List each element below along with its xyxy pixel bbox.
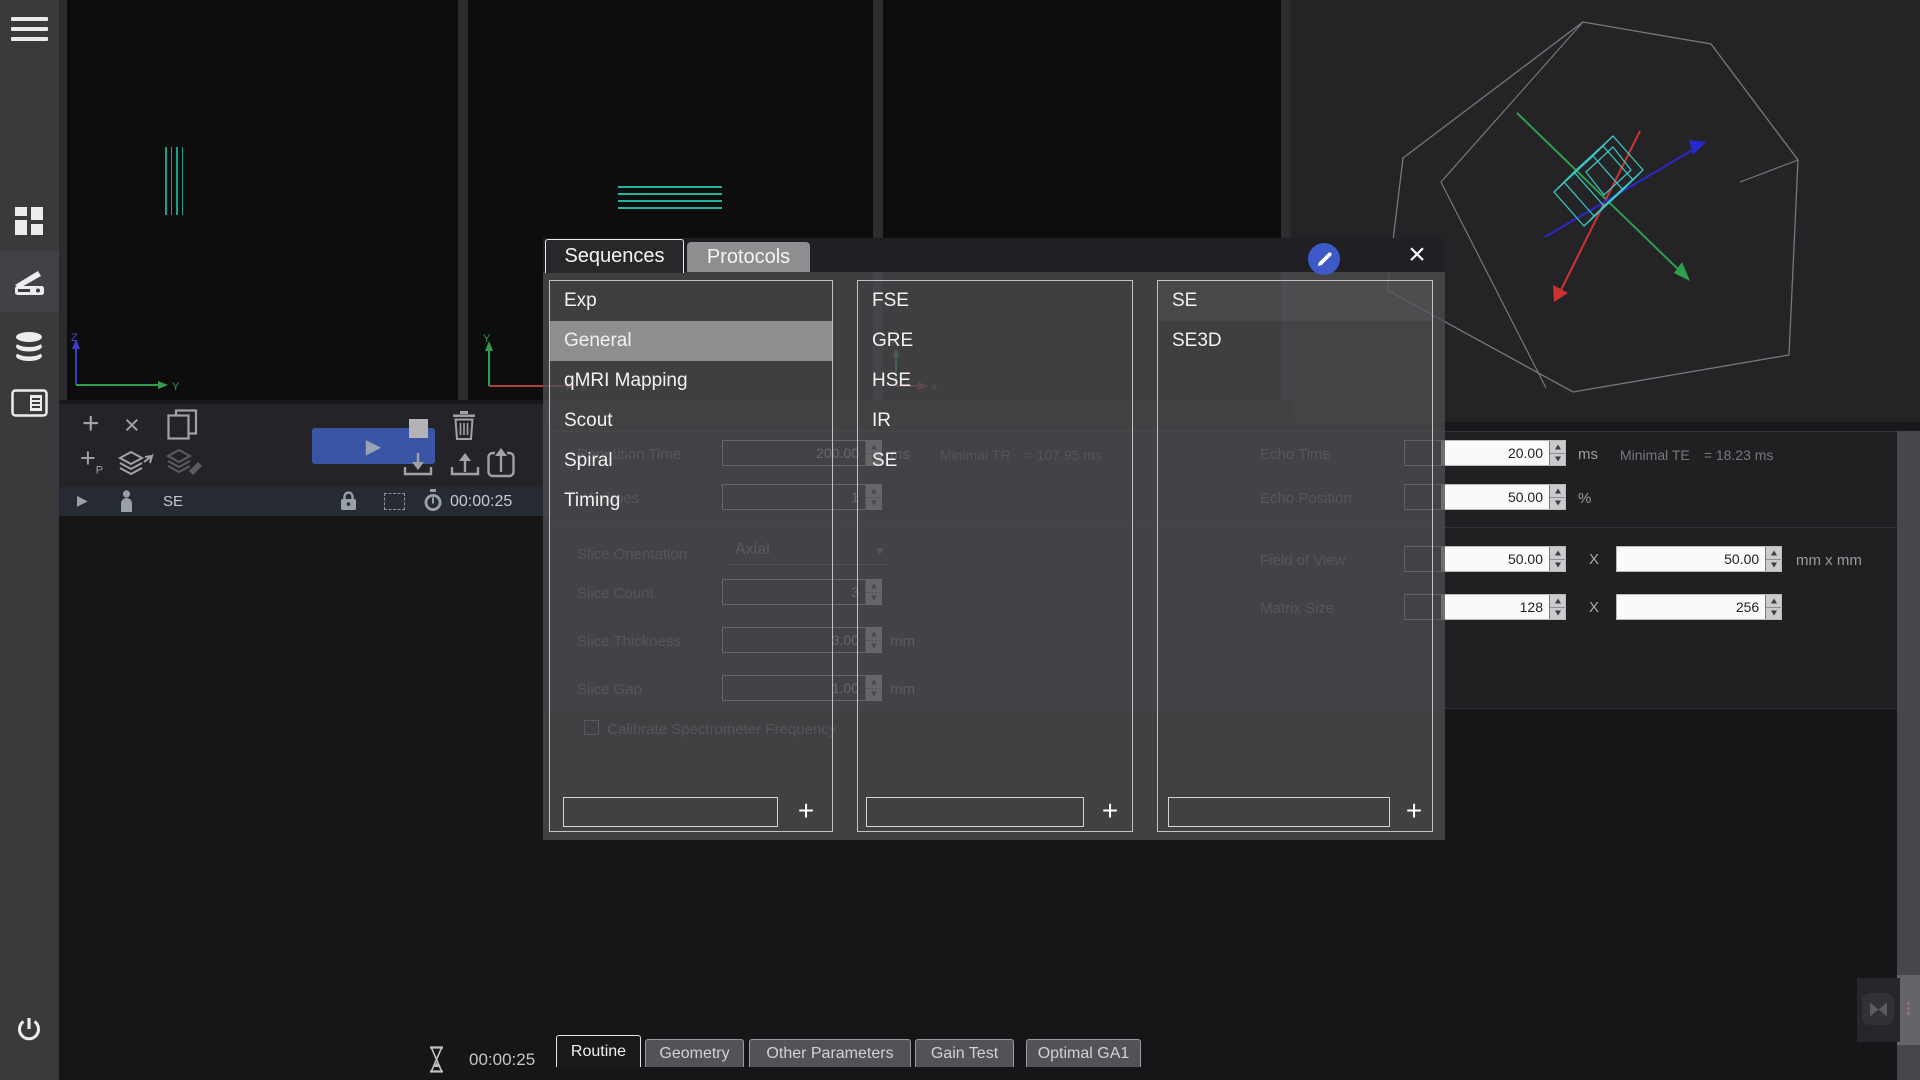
power-icon[interactable]	[14, 1016, 44, 1046]
list-item[interactable]: SE	[858, 441, 1132, 481]
sequence-variant-list: SE SE3D	[1157, 280, 1433, 832]
play-icon: ▶	[366, 434, 381, 459]
tab-protocols[interactable]: Protocols	[687, 242, 810, 272]
right-scroll-thumb[interactable]	[1897, 975, 1920, 1045]
tab-routine[interactable]: Routine	[556, 1035, 641, 1067]
edit-button[interactable]	[1308, 243, 1340, 275]
duplicate-icon[interactable]	[167, 409, 198, 440]
axis-label-y: Y	[172, 381, 180, 393]
slice-line	[182, 147, 184, 215]
list-item[interactable]: Timing	[550, 481, 832, 521]
slice-line	[171, 147, 173, 215]
fov-separator: X	[1589, 551, 1599, 568]
strip-dot	[1907, 1007, 1910, 1010]
tab-other-parameters[interactable]: Other Parameters	[749, 1039, 911, 1067]
list-item[interactable]: GRE	[858, 321, 1132, 361]
selection-box-icon[interactable]	[384, 493, 405, 510]
slice-line	[176, 147, 178, 215]
axis-label-z: Z	[71, 332, 78, 344]
hourglass-icon	[429, 1046, 444, 1073]
delete-icon[interactable]	[452, 411, 476, 440]
tab-gain-test[interactable]: Gain Test	[915, 1039, 1014, 1067]
slice-line	[618, 186, 722, 188]
user-icon	[120, 490, 133, 513]
pencil-icon	[1316, 251, 1333, 268]
download-icon[interactable]	[403, 452, 433, 476]
list-item[interactable]: IR	[858, 401, 1132, 441]
echo-position-unit: %	[1578, 490, 1591, 507]
spinner[interactable]	[1549, 441, 1565, 465]
stopwatch-icon	[423, 489, 443, 512]
tab-sequences[interactable]: Sequences	[545, 239, 684, 273]
media-shortcut-button[interactable]	[1862, 993, 1894, 1025]
matrix-separator: X	[1589, 599, 1599, 616]
sequence-category-list: Exp General qMRI Mapping Scout Spiral Ti…	[549, 280, 833, 832]
spinner[interactable]	[1549, 485, 1565, 509]
tab-optimal-ga1[interactable]: Optimal GA1	[1026, 1039, 1141, 1067]
slice-line	[618, 207, 722, 209]
fov-y-field[interactable]: 50.00	[1616, 546, 1782, 572]
add-icon[interactable]: +	[82, 409, 100, 439]
tab-geometry[interactable]: Geometry	[645, 1039, 744, 1067]
remove-icon[interactable]: ×	[124, 412, 140, 439]
add-category-button[interactable]: +	[793, 797, 819, 827]
new-variant-input[interactable]	[1168, 797, 1390, 827]
layers-export-icon[interactable]	[117, 449, 154, 477]
list-item[interactable]: Exp	[550, 281, 832, 321]
echo-time-unit: ms	[1578, 446, 1598, 463]
lock-icon[interactable]	[340, 490, 357, 511]
sequence-duration: 00:00:25	[450, 493, 512, 511]
minimal-te-hint: Minimal TE= 18.23 ms	[1620, 447, 1773, 463]
scan-timer: 00:00:25	[469, 1050, 535, 1070]
matrix-y-field[interactable]: 256	[1616, 594, 1782, 620]
strip-dot	[1907, 1002, 1910, 1005]
list-item[interactable]: qMRI Mapping	[550, 361, 832, 401]
dashboard-icon[interactable]	[14, 206, 44, 236]
menu-icon[interactable]	[11, 17, 48, 41]
list-item[interactable]: HSE	[858, 361, 1132, 401]
sidebar	[0, 0, 59, 1080]
list-item-selected[interactable]: General	[550, 321, 832, 361]
spinner[interactable]	[1549, 547, 1565, 571]
list-item[interactable]: SE3D	[1158, 321, 1432, 361]
stop-button[interactable]	[409, 419, 428, 438]
sequence-family-list: FSE GRE HSE IR SE	[857, 280, 1133, 832]
layers-edit-icon[interactable]	[165, 447, 205, 476]
upload-icon[interactable]	[450, 452, 480, 476]
app-window: Z Y Y X Y x	[0, 0, 1920, 1080]
scanner-icon[interactable]	[13, 269, 46, 297]
slice-line	[618, 193, 722, 195]
axis-gizmo-zy: Z Y	[64, 330, 254, 394]
spinner[interactable]	[1765, 595, 1781, 619]
add-point-icon[interactable]: +P	[80, 445, 103, 476]
fov-unit: mm x mm	[1796, 552, 1862, 569]
add-variant-button[interactable]: +	[1401, 797, 1427, 827]
list-item-selected[interactable]: SE	[1158, 281, 1432, 321]
sequence-play-icon[interactable]: ▶	[77, 492, 88, 509]
publish-icon[interactable]	[487, 447, 515, 478]
add-family-button[interactable]: +	[1097, 797, 1123, 827]
axis-label-y: Y	[483, 333, 491, 345]
list-item[interactable]: Scout	[550, 401, 832, 441]
strip-dot	[1907, 1012, 1910, 1015]
new-category-input[interactable]	[563, 797, 778, 827]
slice-line	[618, 200, 722, 202]
left-lower-area	[59, 516, 549, 1080]
skip-icon	[1868, 1001, 1889, 1018]
close-icon[interactable]: ×	[1402, 241, 1432, 271]
slice-line	[165, 147, 167, 215]
list-item[interactable]: FSE	[858, 281, 1132, 321]
new-family-input[interactable]	[866, 797, 1084, 827]
database-icon[interactable]	[14, 331, 44, 363]
spinner[interactable]	[1549, 595, 1565, 619]
viewport-1[interactable]: Z Y	[67, 0, 458, 400]
list-item[interactable]: Spiral	[550, 441, 832, 481]
news-icon[interactable]	[11, 389, 48, 417]
sequence-name: SE	[163, 493, 183, 510]
spinner[interactable]	[1765, 547, 1781, 571]
slice-stack	[1554, 136, 1643, 226]
